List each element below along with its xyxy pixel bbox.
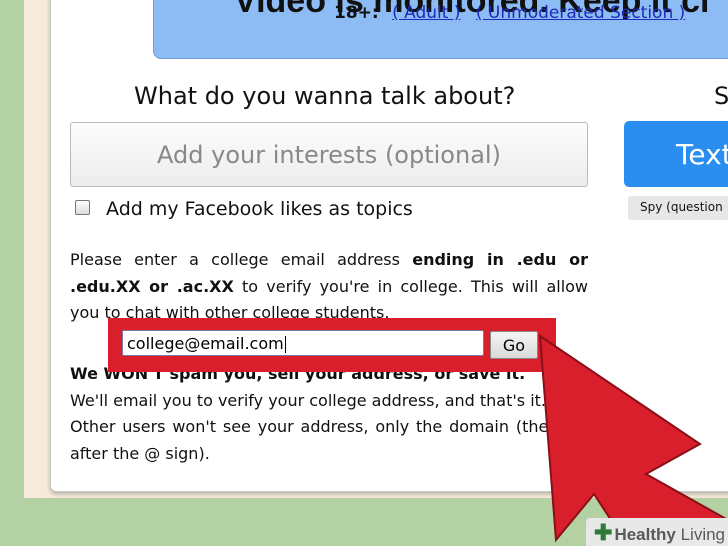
plus-logo-icon: ✚ [594, 520, 613, 545]
screenshot: Video is monitored. Keep it cl 18+: ( Ad… [0, 0, 728, 546]
watermark-brand-2: Living [680, 525, 726, 544]
watermark-brand: Healthy [614, 525, 676, 544]
healthy-living-watermark: ✚ Healthy Living [594, 520, 725, 546]
pointer-arrow-icon [538, 334, 728, 546]
